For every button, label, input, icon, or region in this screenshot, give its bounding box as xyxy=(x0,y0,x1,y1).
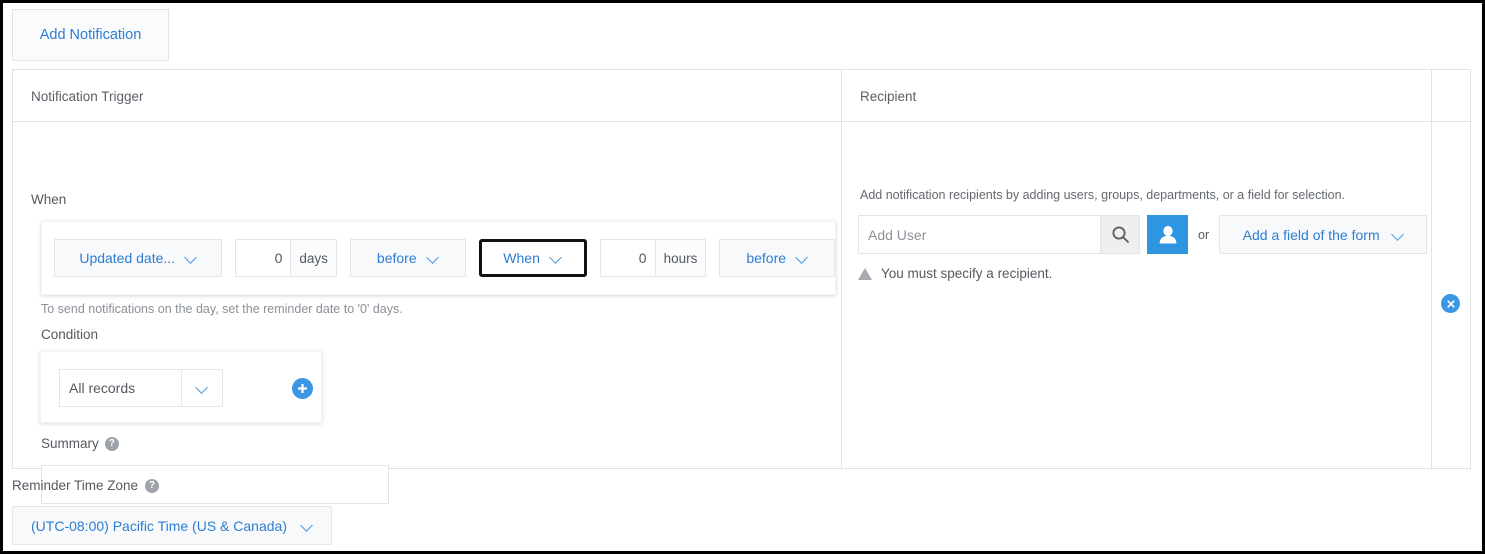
chevron-down-icon xyxy=(196,382,208,394)
recipient-panel: Add notification recipients by adding us… xyxy=(842,122,1431,469)
time-mode-value: When xyxy=(503,250,540,266)
days-input[interactable] xyxy=(235,239,291,277)
notification-grid: Notification Trigger Recipient When Upda… xyxy=(12,69,1471,469)
column-header-notification-trigger: Notification Trigger xyxy=(21,70,841,122)
hours-relation-dropdown[interactable]: before xyxy=(719,239,835,277)
pick-user-button[interactable] xyxy=(1147,215,1188,254)
condition-value: All records xyxy=(60,380,181,396)
recipient-warning: You must specify a recipient. xyxy=(858,266,1052,281)
user-icon xyxy=(1157,224,1179,246)
chevron-down-icon xyxy=(1392,229,1404,241)
date-field-dropdown[interactable]: Updated date... xyxy=(54,239,222,277)
page-body: Add Notification Notification Trigger Re… xyxy=(3,3,1482,551)
add-condition-button[interactable] xyxy=(292,378,313,399)
chevron-down-icon xyxy=(301,520,313,532)
row-actions-panel xyxy=(1432,122,1471,469)
plus-icon xyxy=(297,383,308,394)
column-header-actions xyxy=(1440,70,1472,122)
days-stepper-group: days xyxy=(235,239,337,277)
chevron-down-icon xyxy=(427,252,439,264)
window-frame: Add Notification Notification Trigger Re… xyxy=(0,0,1485,554)
chevron-down-icon xyxy=(550,252,562,264)
or-separator-label: or xyxy=(1198,228,1209,242)
remove-notification-button[interactable] xyxy=(1441,294,1460,313)
hours-relation-value: before xyxy=(746,250,786,266)
search-icon xyxy=(1111,225,1130,244)
condition-label: Condition xyxy=(41,327,98,342)
tab-label: Add Notification xyxy=(40,27,142,43)
trigger-header-label: Notification Trigger xyxy=(31,89,144,104)
condition-dropdown[interactable]: All records xyxy=(59,369,223,407)
column-header-recipient: Recipient xyxy=(850,70,1431,122)
when-controls-container: Updated date... days before When xyxy=(41,221,836,295)
hours-stepper-group: hours xyxy=(600,239,707,277)
time-mode-dropdown[interactable]: When xyxy=(479,239,587,277)
summary-label-group: Summary ? xyxy=(41,436,119,451)
days-relation-value: before xyxy=(377,250,417,266)
chevron-down-icon xyxy=(185,252,197,264)
days-relation-dropdown[interactable]: before xyxy=(350,239,466,277)
grid-header-row: Notification Trigger Recipient xyxy=(13,70,1470,122)
search-user-button[interactable] xyxy=(1100,215,1140,254)
help-icon[interactable]: ? xyxy=(105,437,119,451)
reminder-timezone-value: (UTC-08:00) Pacific Time (US & Canada) xyxy=(31,518,287,534)
tab-bar: Add Notification xyxy=(12,9,1472,62)
date-field-value: Updated date... xyxy=(79,250,175,266)
when-label: When xyxy=(31,192,66,207)
recipient-header-label: Recipient xyxy=(860,89,916,104)
recipient-controls-row: or Add a field of the form xyxy=(858,215,1427,254)
days-suffix-label: days xyxy=(291,239,337,277)
reminder-timezone-dropdown[interactable]: (UTC-08:00) Pacific Time (US & Canada) xyxy=(12,506,332,545)
summary-label: Summary xyxy=(41,436,99,451)
help-icon[interactable]: ? xyxy=(145,479,159,493)
reminder-hint-text: To send notifications on the day, set th… xyxy=(41,302,403,316)
condition-dropdown-arrow[interactable] xyxy=(181,370,222,406)
reminder-timezone-label: Reminder Time Zone xyxy=(12,478,138,493)
close-circle-icon xyxy=(1446,299,1456,309)
hours-input[interactable] xyxy=(600,239,656,277)
add-form-field-dropdown[interactable]: Add a field of the form xyxy=(1219,215,1427,254)
add-form-field-value: Add a field of the form xyxy=(1243,227,1380,243)
tab-add-notification[interactable]: Add Notification xyxy=(12,9,169,61)
reminder-timezone-label-group: Reminder Time Zone ? xyxy=(12,478,159,493)
recipient-description: Add notification recipients by adding us… xyxy=(860,188,1345,202)
condition-container: All records xyxy=(40,351,322,423)
hours-suffix-label: hours xyxy=(656,239,707,277)
recipient-warning-text: You must specify a recipient. xyxy=(881,266,1052,281)
chevron-down-icon xyxy=(796,252,808,264)
notification-trigger-panel: When Updated date... days before When xyxy=(13,122,841,469)
warning-triangle-icon xyxy=(858,268,872,280)
add-user-input[interactable] xyxy=(858,215,1100,254)
